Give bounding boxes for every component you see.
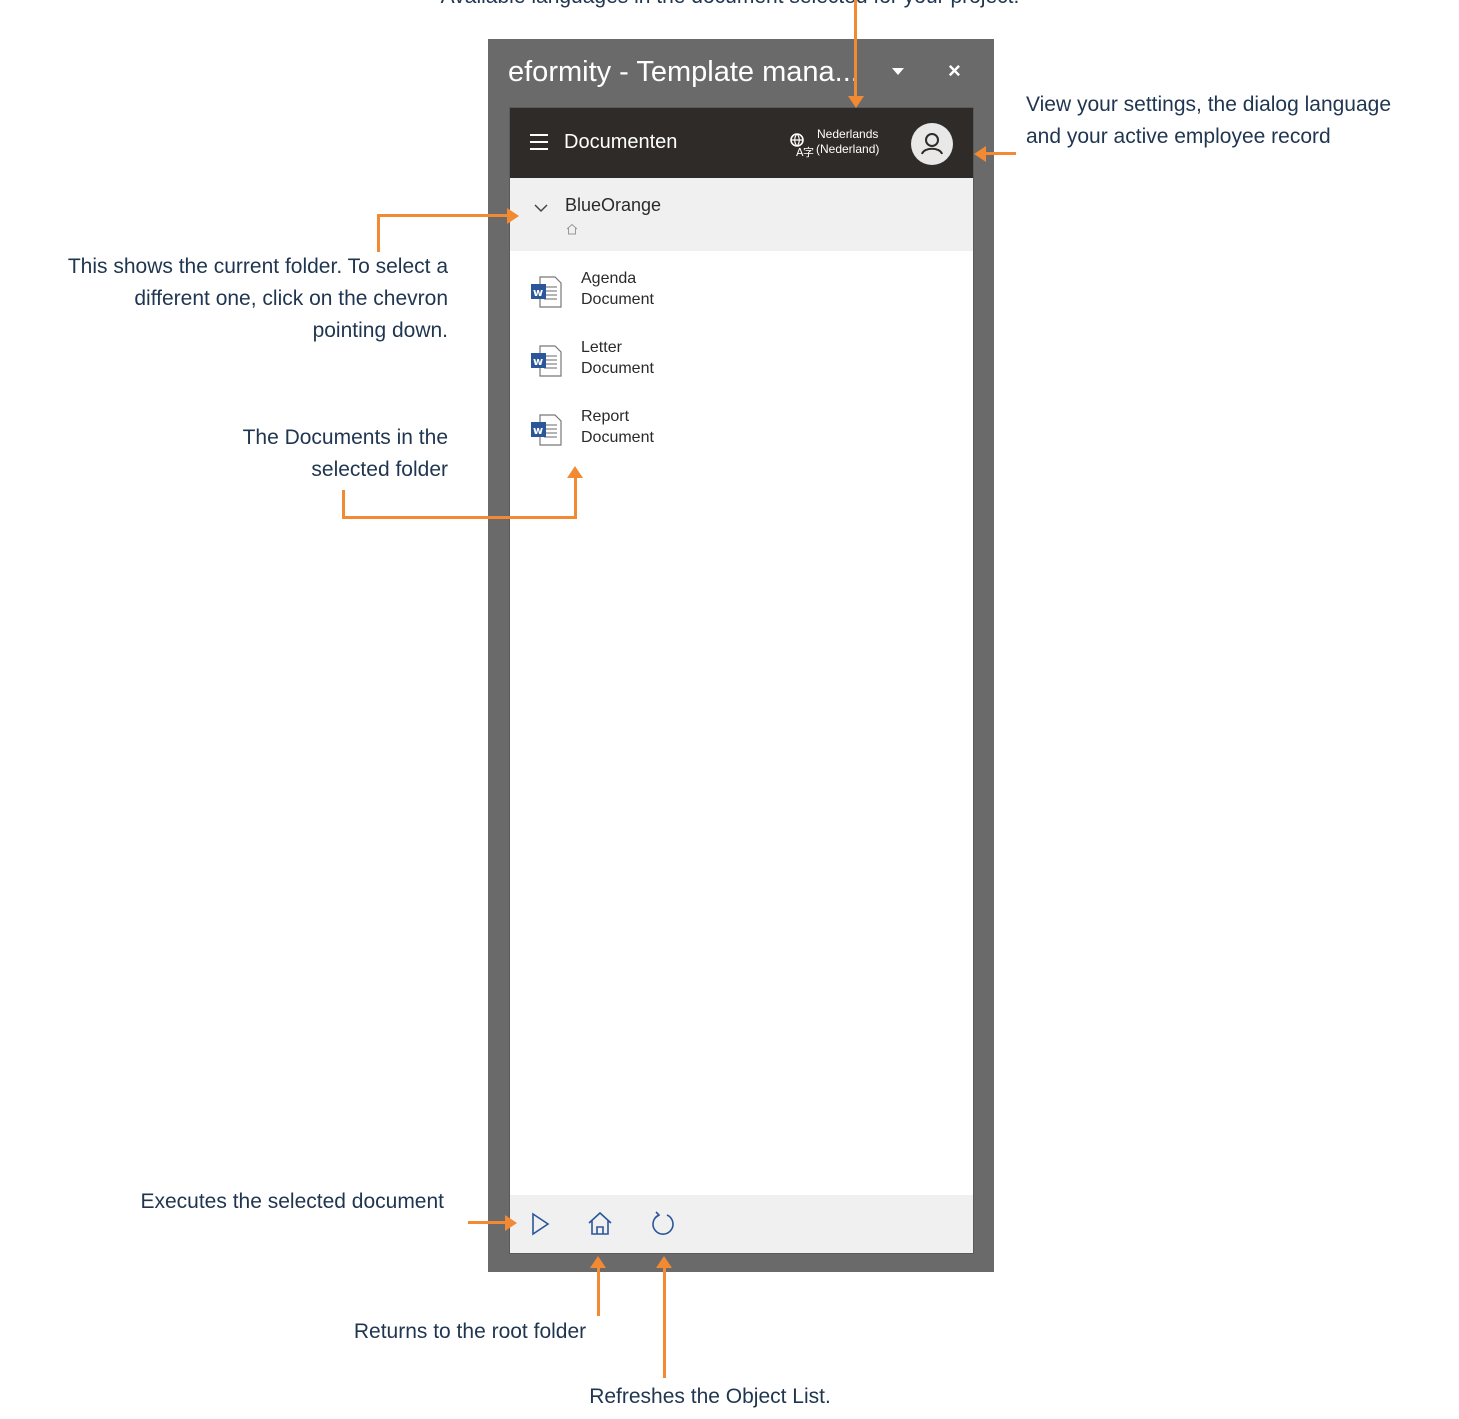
current-folder-bar: BlueOrange: [510, 178, 973, 251]
svg-text:w: w: [533, 424, 543, 437]
refresh-icon[interactable]: [648, 1209, 678, 1239]
arrow-head: [507, 208, 519, 224]
svg-text:字: 字: [803, 145, 814, 158]
callout-line: [663, 1268, 666, 1378]
list-item[interactable]: w Agenda Document: [510, 266, 973, 326]
callout-line: [574, 478, 577, 519]
translate-icon[interactable]: A 字: [788, 132, 814, 159]
language-selector[interactable]: Nederlands (Nederland): [816, 127, 879, 157]
list-item[interactable]: w Letter Document: [510, 335, 973, 395]
chevron-down-icon[interactable]: [534, 200, 548, 213]
app-header: Documenten A 字 Nederlands (Nederland): [510, 108, 973, 178]
language-name: Nederlands: [817, 127, 879, 141]
arrow-head: [656, 1256, 672, 1268]
home-icon[interactable]: [585, 1209, 615, 1239]
folder-annotation-line: different one, click on the chevron: [134, 287, 448, 310]
settings-annotation-line: View your settings, the dialog language: [1026, 93, 1392, 116]
arrow-head: [505, 1215, 517, 1231]
folder-annotation-line: pointing down.: [312, 319, 448, 342]
play-icon[interactable]: [526, 1209, 556, 1239]
task-pane-title: eformity - Template mana...: [508, 56, 859, 88]
execute-annotation: Executes the selected document: [140, 1190, 444, 1213]
documents-annotation: The Documents in the selected folder: [150, 422, 448, 486]
callout-line: [597, 1268, 600, 1316]
callout-line: [854, 0, 857, 98]
document-type: Document: [581, 360, 654, 377]
callout-line: [377, 214, 509, 217]
hamburger-menu-icon[interactable]: [530, 134, 548, 150]
list-item[interactable]: w Report Document: [510, 404, 973, 464]
svg-text:w: w: [533, 355, 543, 368]
document-name: Letter: [581, 339, 622, 356]
word-document-icon: w: [528, 274, 564, 310]
avatar[interactable]: [911, 123, 953, 165]
word-document-icon: w: [528, 412, 564, 448]
add-in-app: Documenten A 字 Nederlands (Nederland) Bl…: [509, 107, 974, 1254]
caret-down-icon[interactable]: [892, 68, 904, 75]
arrow-head: [848, 96, 864, 108]
callout-line: [342, 490, 345, 519]
settings-annotation-line: and your active employee record: [1026, 125, 1331, 148]
user-icon: [921, 133, 943, 155]
documents-annotation-line: The Documents in the: [242, 426, 448, 449]
page-title: Documenten: [564, 131, 678, 153]
arrow-head: [974, 146, 986, 162]
word-document-icon: w: [528, 343, 564, 379]
arrow-head: [590, 1256, 606, 1268]
refresh-annotation: Refreshes the Object List.: [589, 1385, 831, 1408]
documents-annotation-line: selected folder: [311, 458, 448, 481]
close-button[interactable]: ×: [948, 58, 961, 84]
document-name: Report: [581, 408, 630, 425]
footer-toolbar: [510, 1195, 973, 1253]
callout-line: [468, 1221, 506, 1224]
home-icon: [566, 222, 578, 235]
root-annotation: Returns to the root folder: [353, 1320, 587, 1343]
folder-annotation-line: This shows the current folder. To select…: [67, 255, 448, 278]
document-type: Document: [581, 429, 654, 446]
document-name: Agenda: [581, 270, 637, 287]
arrow-head: [567, 466, 583, 478]
folder-name: BlueOrange: [565, 195, 662, 215]
document-type: Document: [581, 291, 654, 308]
callout-line: [377, 215, 380, 252]
callout-line: [342, 516, 577, 519]
settings-annotation: View your settings, the dialog language …: [1026, 89, 1456, 153]
language-region: (Nederland): [816, 142, 880, 156]
language-annotation: Available languages in the document sele…: [380, 0, 1080, 13]
svg-text:w: w: [533, 286, 543, 299]
callout-line: [986, 152, 1016, 155]
folder-annotation: This shows the current folder. To select…: [0, 251, 448, 347]
